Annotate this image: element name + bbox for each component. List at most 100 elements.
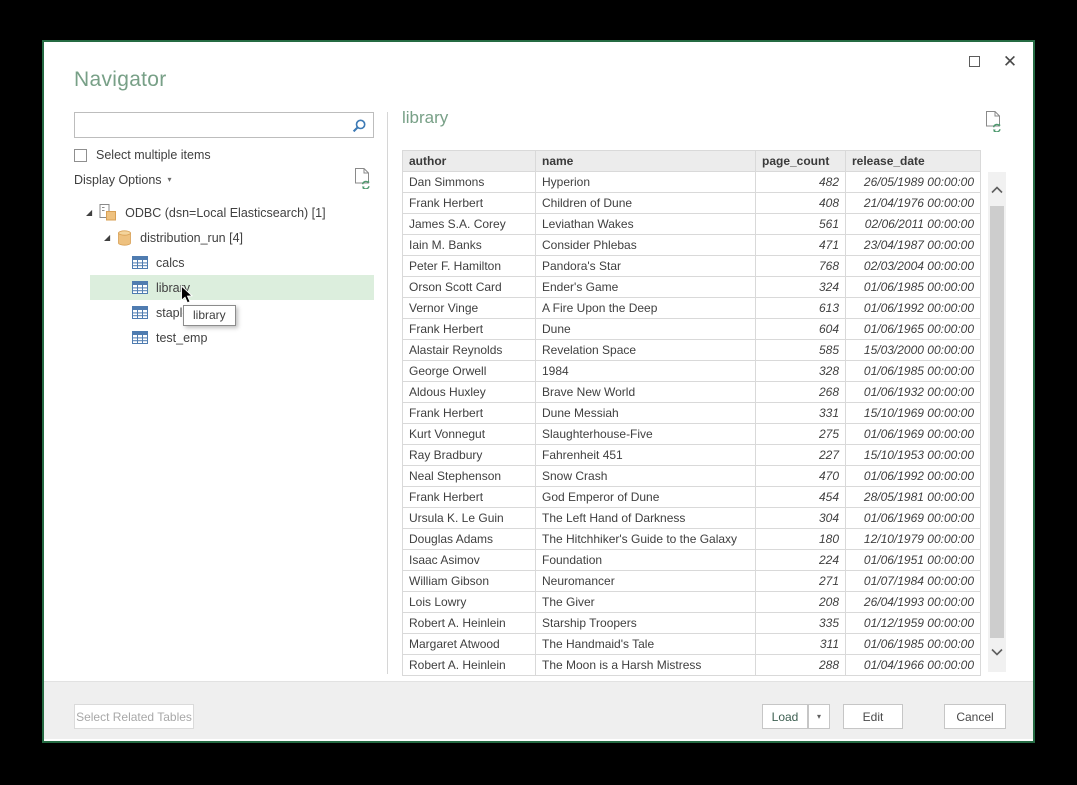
table-row: Peter F. HamiltonPandora's Star76802/03/…: [403, 256, 981, 277]
column-header-page_count[interactable]: page_count: [756, 151, 846, 172]
table-row: Orson Scott CardEnder's Game32401/06/198…: [403, 277, 981, 298]
table-cell: Peter F. Hamilton: [403, 256, 536, 277]
table-cell: Iain M. Banks: [403, 235, 536, 256]
table-cell: Frank Herbert: [403, 403, 536, 424]
tooltip: library: [183, 305, 236, 326]
table-cell: Frank Herbert: [403, 487, 536, 508]
table-cell: Alastair Reynolds: [403, 340, 536, 361]
table-cell: The Giver: [536, 592, 756, 613]
display-options-dropdown[interactable]: Display Options▾: [74, 173, 172, 187]
table-cell: 268: [756, 382, 846, 403]
column-header-release_date[interactable]: release_date: [846, 151, 981, 172]
column-header-name[interactable]: name: [536, 151, 756, 172]
table-cell: 271: [756, 571, 846, 592]
table-row: Frank HerbertDune Messiah33115/10/1969 0…: [403, 403, 981, 424]
tree-item-label: distribution_run [4]: [140, 231, 243, 245]
search-icon[interactable]: [351, 118, 367, 134]
load-dropdown-button[interactable]: ▾: [808, 704, 830, 729]
table-cell: 613: [756, 298, 846, 319]
table-cell: James S.A. Corey: [403, 214, 536, 235]
select-related-tables-button[interactable]: Select Related Tables: [74, 704, 194, 729]
close-button[interactable]: ✕: [999, 50, 1021, 72]
vertical-scrollbar[interactable]: [988, 172, 1006, 672]
table-cell: 01/06/1992 00:00:00: [846, 466, 981, 487]
database-icon: [117, 230, 132, 246]
table-cell: Brave New World: [536, 382, 756, 403]
tree-item-odbc-source[interactable]: ◢ ODBC (dsn=Local Elasticsearch) [1]: [44, 200, 384, 225]
table-cell: Starship Troopers: [536, 613, 756, 634]
table-cell: 471: [756, 235, 846, 256]
table-cell: 335: [756, 613, 846, 634]
expand-triangle-icon[interactable]: ◢: [104, 233, 110, 242]
table-cell: 208: [756, 592, 846, 613]
select-multiple-checkbox[interactable]: [74, 149, 87, 162]
maximize-button[interactable]: [963, 50, 985, 72]
table-cell: 01/06/1932 00:00:00: [846, 382, 981, 403]
select-multiple-row[interactable]: Select multiple items: [74, 148, 211, 162]
refresh-preview-icon[interactable]: [985, 110, 1003, 137]
table-cell: Douglas Adams: [403, 529, 536, 550]
scrollbar-thumb[interactable]: [990, 206, 1004, 638]
table-cell: Dune: [536, 319, 756, 340]
table-row: Ray BradburyFahrenheit 45122715/10/1953 …: [403, 445, 981, 466]
table-cell: 227: [756, 445, 846, 466]
window-controls: ✕: [963, 50, 1021, 72]
table-cell: The Hitchhiker's Guide to the Galaxy: [536, 529, 756, 550]
tree-item-library[interactable]: library: [90, 275, 374, 300]
table-cell: 26/05/1989 00:00:00: [846, 172, 981, 193]
table-cell: The Left Hand of Darkness: [536, 508, 756, 529]
table-cell: Dune Messiah: [536, 403, 756, 424]
table-row: Aldous HuxleyBrave New World26801/06/193…: [403, 382, 981, 403]
table-row: Frank HerbertGod Emperor of Dune45428/05…: [403, 487, 981, 508]
cancel-button[interactable]: Cancel: [944, 704, 1006, 729]
scroll-up-icon[interactable]: [991, 186, 1003, 194]
table-cell: Ender's Game: [536, 277, 756, 298]
table-icon: [132, 256, 148, 269]
table-row: Alastair ReynoldsRevelation Space58515/0…: [403, 340, 981, 361]
table-cell: 01/06/1965 00:00:00: [846, 319, 981, 340]
refresh-list-icon[interactable]: [354, 167, 372, 194]
table-cell: Robert A. Heinlein: [403, 655, 536, 676]
table-cell: Ray Bradbury: [403, 445, 536, 466]
scroll-down-icon[interactable]: [991, 648, 1003, 656]
table-cell: 331: [756, 403, 846, 424]
tree-tables: calcslibrarystaplestest_emp: [44, 250, 384, 350]
table-cell: William Gibson: [403, 571, 536, 592]
load-button[interactable]: Load: [762, 704, 808, 729]
table-cell: Aldous Huxley: [403, 382, 536, 403]
table-cell: Pandora's Star: [536, 256, 756, 277]
expand-triangle-icon[interactable]: ◢: [86, 208, 92, 217]
table-cell: Dan Simmons: [403, 172, 536, 193]
tree-item-calcs[interactable]: calcs: [90, 250, 374, 275]
preview-title: library: [402, 108, 448, 128]
table-cell: 01/06/1992 00:00:00: [846, 298, 981, 319]
table-cell: 01/06/1969 00:00:00: [846, 508, 981, 529]
table-row: Frank HerbertChildren of Dune40821/04/19…: [403, 193, 981, 214]
table-header-row: authornamepage_countrelease_date: [403, 151, 981, 172]
table-cell: Slaughterhouse-Five: [536, 424, 756, 445]
table-cell: Robert A. Heinlein: [403, 613, 536, 634]
table-row: Iain M. BanksConsider Phlebas47123/04/19…: [403, 235, 981, 256]
edit-button[interactable]: Edit: [843, 704, 903, 729]
table-cell: 604: [756, 319, 846, 340]
table-cell: Frank Herbert: [403, 319, 536, 340]
tree-item-test_emp[interactable]: test_emp: [90, 325, 374, 350]
column-header-author[interactable]: author: [403, 151, 536, 172]
preview-table: authornamepage_countrelease_date Dan Sim…: [402, 150, 981, 676]
tree-item-distribution-run[interactable]: ◢ distribution_run [4]: [44, 225, 384, 250]
table-cell: Lois Lowry: [403, 592, 536, 613]
table-cell: 408: [756, 193, 846, 214]
table-cell: 23/04/1987 00:00:00: [846, 235, 981, 256]
table-icon: [132, 306, 148, 319]
navigator-dialog: ✕ Navigator Select multiple items Displa…: [42, 40, 1035, 743]
table-cell: 01/07/1984 00:00:00: [846, 571, 981, 592]
table-cell: 561: [756, 214, 846, 235]
server-icon: [99, 204, 117, 221]
search-input[interactable]: [79, 114, 349, 136]
table-cell: Neal Stephenson: [403, 466, 536, 487]
table-cell: Leviathan Wakes: [536, 214, 756, 235]
table-cell: 01/06/1985 00:00:00: [846, 277, 981, 298]
table-cell: A Fire Upon the Deep: [536, 298, 756, 319]
table-cell: George Orwell: [403, 361, 536, 382]
cursor-icon: [180, 285, 194, 305]
